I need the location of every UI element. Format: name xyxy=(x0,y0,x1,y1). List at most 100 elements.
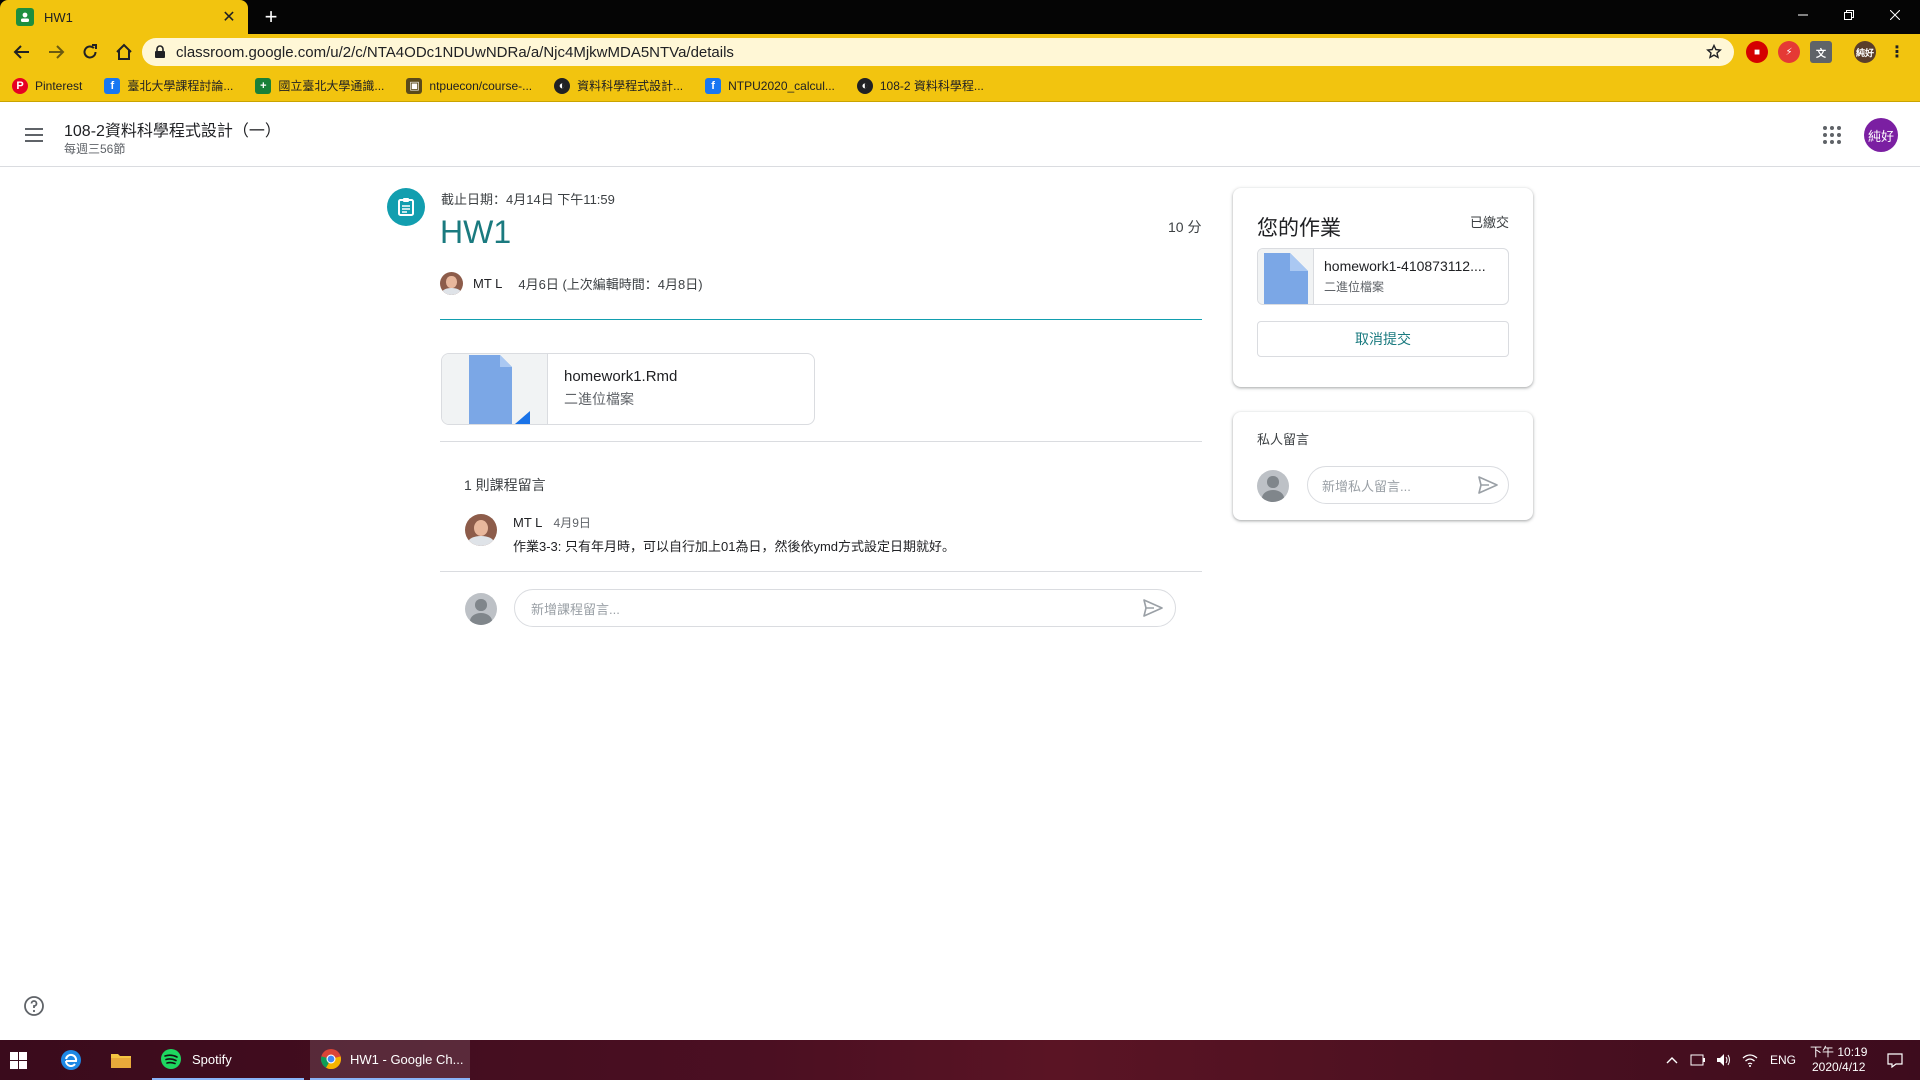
private-comment-input[interactable]: 新增私人留言... xyxy=(1307,466,1509,504)
bookmark-label: 108-2 資料科學程... xyxy=(879,79,984,93)
translate-extension-icon[interactable]: 文 xyxy=(1810,41,1832,63)
home-icon xyxy=(116,43,132,60)
your-work-card: 您的作業 已繳交 homework1-410873112.... 二進位檔案 取… xyxy=(1233,188,1533,387)
chrome-label: HW1 - Google Ch... xyxy=(350,1051,464,1067)
tab-close-icon[interactable]: ✕ xyxy=(220,7,238,27)
private-comment-placeholder: 新增私人留言... xyxy=(1322,478,1411,494)
windows-taskbar: Spotify HW1 - Google Ch... ENG 下午 10:19 … xyxy=(0,1040,1920,1080)
submitted-file-thumbnail xyxy=(1258,249,1314,304)
author-row: MT L 4月6日 (上次編輯時間：4月8日) xyxy=(440,272,703,295)
comment-author: MT L xyxy=(513,515,542,530)
spotify-taskbar-item[interactable]: Spotify xyxy=(152,1040,304,1080)
minimize-button[interactable] xyxy=(1780,0,1826,30)
assignment-title: HW1 xyxy=(440,214,512,250)
bookmark-item[interactable]: ◐ 資料科學程式設計... xyxy=(554,77,683,94)
profile-avatar-button[interactable]: 純好 xyxy=(1854,41,1876,63)
facebook-icon: f xyxy=(705,77,722,94)
bookmark-item[interactable]: f NTPU2020_calcul... xyxy=(705,77,835,94)
browser-toolbar: classroom.google.com/u/2/c/NTA4ODc1NDUwN… xyxy=(0,34,1920,70)
chrome-icon xyxy=(320,1049,342,1070)
send-icon[interactable] xyxy=(1143,599,1163,617)
commenter-avatar xyxy=(465,514,497,546)
author-name: MT L xyxy=(473,276,503,291)
home-button[interactable] xyxy=(108,36,140,68)
bookmark-label: 資料科學程式設計... xyxy=(577,79,684,93)
bookmark-label: NTPU2020_calcul... xyxy=(728,78,835,93)
course-title[interactable]: 108-2資料科學程式設計（一） xyxy=(64,117,281,141)
tray-expand-icon[interactable] xyxy=(1666,1056,1678,1064)
account-avatar[interactable]: 純好 xyxy=(1864,118,1898,152)
comment-text: 作業3-3: 只有年月時，可以自行加上01為日，然後依ymd方式設定日期就好。 xyxy=(513,539,956,554)
posted-date: 4月6日 (上次編輯時間：4月8日) xyxy=(518,277,703,292)
flash-extension-icon[interactable]: ⚡ xyxy=(1778,41,1800,63)
language-indicator[interactable]: ENG xyxy=(1770,1053,1796,1067)
github-icon: ▣ xyxy=(406,77,423,94)
private-send-icon[interactable] xyxy=(1478,476,1498,494)
private-comments-title: 私人留言 xyxy=(1257,432,1310,447)
spotify-icon xyxy=(161,1049,181,1069)
class-comment-input[interactable]: 新增課程留言... xyxy=(514,589,1176,627)
comment-date: 4月9日 xyxy=(553,516,591,530)
chrome-taskbar-item[interactable]: HW1 - Google Ch... xyxy=(310,1040,470,1080)
class-comments-header[interactable]: 1 則課程留言 xyxy=(464,475,546,495)
due-date: 截止日期：4月14日 下午11:59 xyxy=(441,192,615,207)
facebook-icon: f xyxy=(104,77,121,94)
section-divider xyxy=(440,441,1202,442)
your-work-title: 您的作業 xyxy=(1257,217,1341,240)
bookmark-label: 國立臺北大學通識... xyxy=(278,79,385,93)
unsubmit-button[interactable]: 取消提交 xyxy=(1257,321,1509,357)
bookmark-item[interactable]: ◐ 108-2 資料科學程... xyxy=(856,77,984,94)
google-apps-icon[interactable] xyxy=(1820,123,1844,147)
windows-start-icon[interactable] xyxy=(10,1040,40,1080)
edge-taskbar-icon[interactable] xyxy=(60,1040,90,1080)
comment-item: MT L 4月9日 作業3-3: 只有年月時，可以自行加上01為日，然後依ymd… xyxy=(465,514,955,554)
new-tab-button[interactable]: + xyxy=(258,4,284,30)
bookmark-label: 臺北大學課程討論... xyxy=(127,79,234,93)
bookmark-label: ntpuecon/course-... xyxy=(429,78,533,93)
globe-icon: ◐ xyxy=(856,77,873,94)
battery-icon[interactable] xyxy=(1690,1053,1706,1067)
sheets-icon: + xyxy=(255,77,272,94)
course-subtitle: 每週三56節 xyxy=(64,142,126,156)
url-text: classroom.google.com/u/2/c/NTA4ODc1NDUwN… xyxy=(176,43,734,61)
class-comment-placeholder: 新增課程留言... xyxy=(531,601,620,617)
bookmark-star-icon[interactable] xyxy=(1706,44,1722,60)
submitted-file-card[interactable]: homework1-410873112.... 二進位檔案 xyxy=(1257,248,1509,305)
main-menu-icon[interactable] xyxy=(22,123,46,147)
bookmark-item[interactable]: ▣ ntpuecon/course-... xyxy=(406,77,533,94)
submitted-file-type: 二進位檔案 xyxy=(1324,280,1385,294)
back-arrow-icon xyxy=(13,45,29,59)
system-tray: ENG 下午 10:19 2020/4/12 xyxy=(1666,1040,1903,1080)
clock-time: 下午 10:19 xyxy=(1810,1045,1868,1059)
file-thumbnail xyxy=(442,354,548,424)
chrome-menu-icon[interactable]: ⋮ xyxy=(1886,41,1908,63)
globe-icon: ◐ xyxy=(554,77,571,94)
bookmark-item[interactable]: + 國立臺北大學通識... xyxy=(255,77,384,94)
browser-tab-active[interactable]: HW1 ✕ xyxy=(0,0,248,34)
help-icon[interactable] xyxy=(22,994,46,1018)
notification-icon[interactable] xyxy=(1887,1052,1903,1068)
header-divider xyxy=(440,319,1202,320)
volume-icon[interactable] xyxy=(1716,1053,1732,1067)
reload-button[interactable] xyxy=(74,36,106,68)
wifi-icon[interactable] xyxy=(1742,1053,1758,1067)
close-window-button[interactable] xyxy=(1872,0,1918,30)
file-explorer-icon[interactable] xyxy=(110,1040,140,1080)
forward-button[interactable] xyxy=(40,36,72,68)
tab-strip: HW1 ✕ + xyxy=(0,0,1920,34)
clock[interactable]: 下午 10:19 2020/4/12 xyxy=(1810,1045,1867,1075)
address-bar[interactable]: classroom.google.com/u/2/c/NTA4ODc1NDUwN… xyxy=(142,38,1734,66)
bookmark-item[interactable]: f 臺北大學課程討論... xyxy=(104,77,233,94)
back-button[interactable] xyxy=(6,36,38,68)
pinterest-icon: P xyxy=(12,77,28,94)
current-user-avatar xyxy=(465,593,497,625)
attachment-card[interactable]: homework1.Rmd 二進位檔案 xyxy=(441,353,815,425)
lock-icon xyxy=(155,45,165,58)
classroom-header: 108-2資料科學程式設計（一） 每週三56節 純好 xyxy=(0,103,1920,167)
restore-button[interactable] xyxy=(1826,0,1872,30)
points-label: 10 分 xyxy=(1168,219,1202,235)
submission-status: 已繳交 xyxy=(1469,215,1509,230)
adblock-extension-icon[interactable]: ■ xyxy=(1746,41,1768,63)
bookmark-item[interactable]: P Pinterest xyxy=(12,77,82,94)
tab-title: HW1 xyxy=(44,9,73,25)
